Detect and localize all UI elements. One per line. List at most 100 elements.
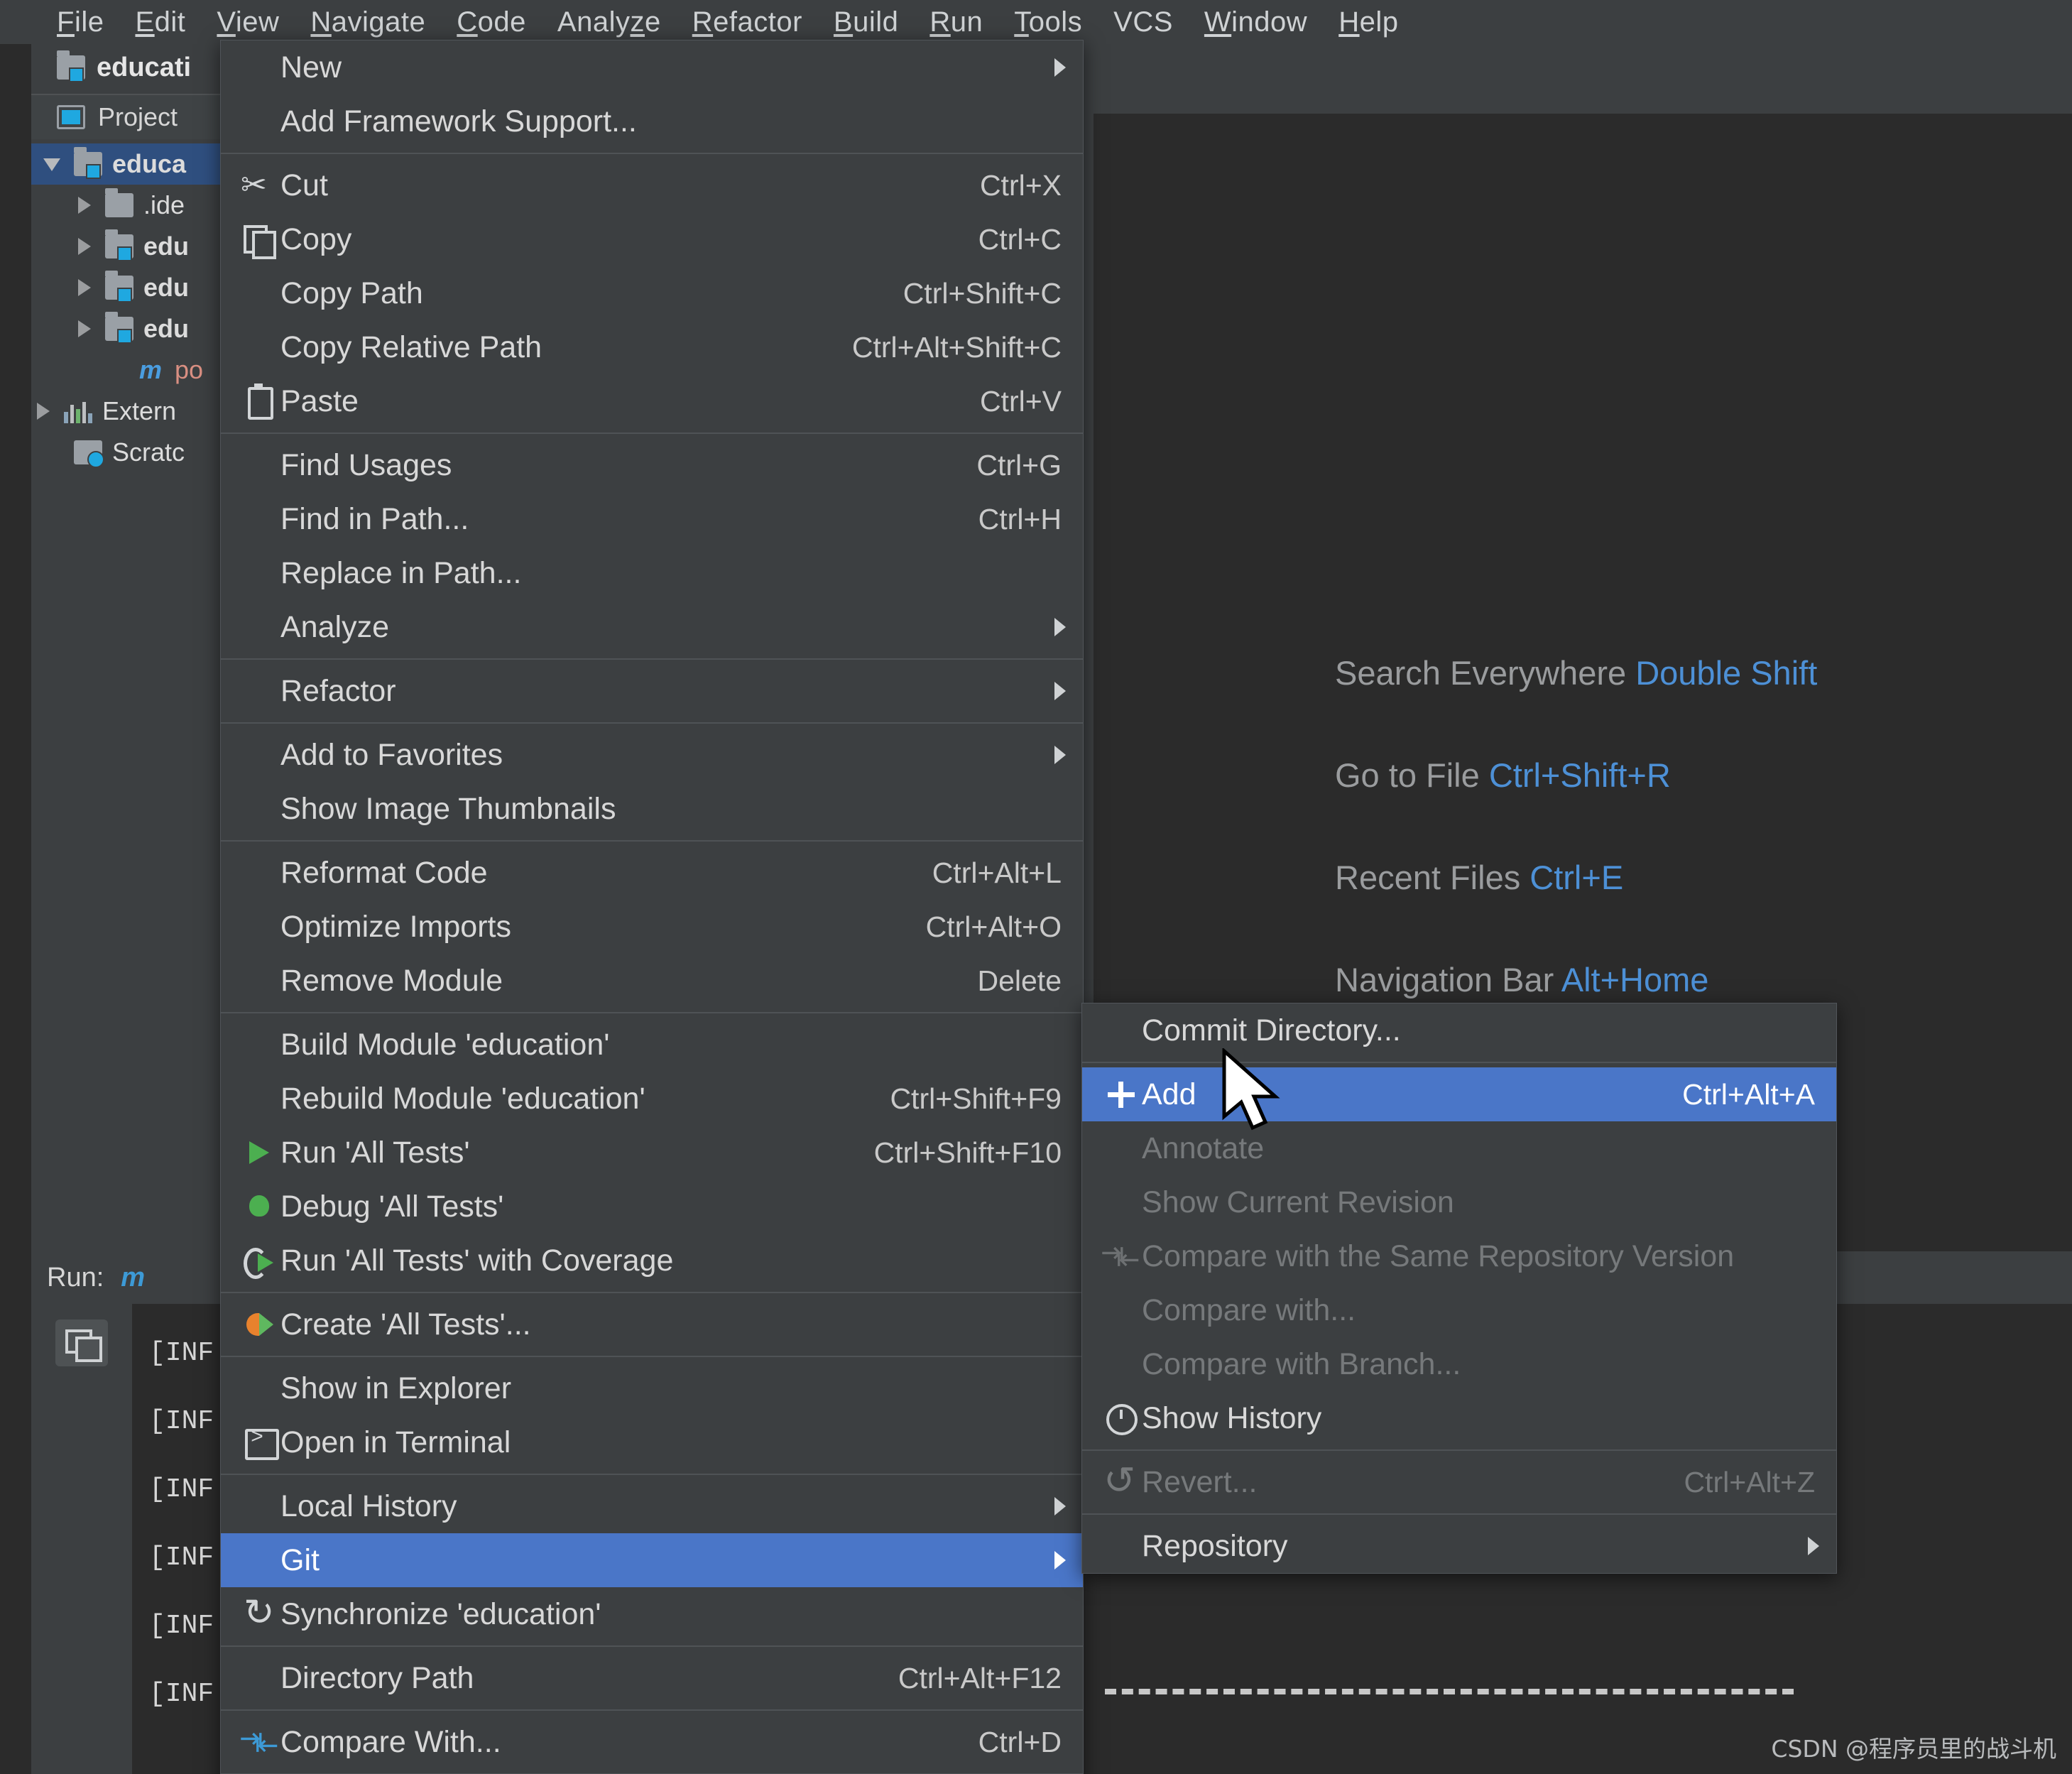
menu-item-shortcut: Ctrl+H [978, 502, 1062, 535]
menu-tools[interactable]: Tools [998, 6, 1098, 38]
menu-item-shortcut: Ctrl+V [979, 384, 1062, 418]
menu-vcs[interactable]: VCS [1098, 6, 1189, 38]
menu-code[interactable]: Code [441, 6, 542, 38]
module-folder-icon [105, 229, 133, 261]
tree-node-module-3[interactable]: edu [31, 308, 234, 349]
chevron-right-icon[interactable] [74, 277, 95, 298]
menu-run[interactable]: Run [914, 6, 998, 38]
menu-navigate[interactable]: Navigate [295, 6, 441, 38]
menu-item-show-image-thumbnails[interactable]: Show Image Thumbnails [221, 782, 1083, 836]
menu-item-build-module[interactable]: Build Module 'education' [221, 1018, 1083, 1072]
menu-item-label: Directory Path [280, 1660, 474, 1695]
shortcut-hint-row: Navigation Bar Alt+Home [1335, 960, 2045, 999]
project-tool-window: educati Project educa .ide edu edu edu m… [31, 44, 234, 1251]
menu-item-open-in-terminal[interactable]: Open in Terminal [221, 1415, 1083, 1469]
menu-item-synchronize[interactable]: Synchronize 'education' [221, 1587, 1083, 1641]
menu-item-optimize-imports[interactable]: Optimize Imports Ctrl+Alt+O [221, 900, 1083, 954]
menu-separator [221, 1474, 1083, 1475]
menu-item-compare-with[interactable]: Compare With... Ctrl+D [221, 1715, 1083, 1769]
chevron-right-icon[interactable] [74, 318, 95, 339]
menu-item-label: Analyze [280, 609, 389, 644]
menu-analyze[interactable]: Analyze [542, 6, 677, 38]
menu-item-add-to-favorites[interactable]: Add to Favorites [221, 728, 1083, 782]
menu-item-create-all-tests[interactable]: Create 'All Tests'... [221, 1297, 1083, 1351]
tree-node-pom[interactable]: m po [31, 349, 234, 391]
tree-node-module-2[interactable]: edu [31, 267, 234, 308]
chevron-right-icon[interactable] [74, 195, 95, 216]
module-folder-icon [105, 312, 133, 344]
menu-separator [221, 153, 1083, 154]
menu-item-commit-directory[interactable]: Commit Directory... [1082, 1003, 1836, 1057]
soft-wrap-icon[interactable] [55, 1319, 108, 1366]
menu-separator [221, 1012, 1083, 1013]
menu-item-label: Compare with... [1142, 1293, 1356, 1327]
menu-item-analyze[interactable]: Analyze [221, 600, 1083, 654]
menu-item-paste[interactable]: Paste Ctrl+V [221, 374, 1083, 428]
menu-item-copy[interactable]: Copy Ctrl+C [221, 212, 1083, 266]
menu-window[interactable]: Window [1189, 6, 1323, 38]
menu-item-add-framework-support[interactable]: Add Framework Support... [221, 94, 1083, 148]
menu-item-show-in-explorer[interactable]: Show in Explorer [221, 1361, 1083, 1415]
no-icon [239, 675, 280, 707]
menu-item-rebuild-module[interactable]: Rebuild Module 'education' Ctrl+Shift+F9 [221, 1072, 1083, 1126]
tree-node-label: edu [143, 314, 190, 343]
menu-item-label: Cut [280, 168, 328, 202]
chevron-down-icon[interactable] [43, 153, 64, 175]
debug-icon [239, 1191, 280, 1222]
menu-item-label: Create 'All Tests'... [280, 1307, 531, 1342]
menu-item-repository[interactable]: Repository [1082, 1519, 1836, 1573]
menu-item-shortcut: Ctrl+Alt+O [925, 910, 1062, 943]
menu-item-label: Add [1142, 1077, 1196, 1111]
shortcut-hint-row: Search Everywhere Double Shift [1335, 653, 2045, 692]
menu-item-remove-module[interactable]: Remove Module Delete [221, 954, 1083, 1008]
tree-node-module-1[interactable]: edu [31, 226, 234, 267]
tree-node-idea[interactable]: .ide [31, 185, 234, 226]
menu-item-add[interactable]: Add Ctrl+Alt+A [1082, 1067, 1836, 1121]
menu-item-run-all-tests[interactable]: Run 'All Tests' Ctrl+Shift+F10 [221, 1126, 1083, 1180]
menu-separator [221, 1292, 1083, 1293]
menu-item-cut[interactable]: Cut Ctrl+X [221, 158, 1083, 212]
chevron-right-icon[interactable] [74, 236, 95, 257]
menu-item-label: Show Current Revision [1142, 1185, 1454, 1219]
menu-item-run-all-tests-with-coverage[interactable]: Run 'All Tests' with Coverage [221, 1234, 1083, 1288]
menu-refactor[interactable]: Refactor [677, 6, 818, 38]
menu-item-shortcut: Ctrl+C [978, 222, 1062, 256]
menu-item-shortcut: Ctrl+X [979, 168, 1062, 202]
menu-item-local-history[interactable]: Local History [221, 1479, 1083, 1533]
tree-node-external-libraries[interactable]: Extern [31, 391, 234, 432]
menu-help[interactable]: Help [1323, 6, 1414, 38]
tree-node-education[interactable]: educa [31, 143, 234, 185]
project-root-header[interactable]: educati [31, 44, 234, 91]
menu-view[interactable]: View [201, 6, 295, 38]
chevron-right-icon[interactable] [33, 401, 54, 422]
libraries-icon [64, 399, 92, 423]
menu-item-git[interactable]: Git [221, 1533, 1083, 1587]
menu-item-label: Find Usages [280, 447, 452, 482]
menu-separator [221, 1709, 1083, 1711]
menu-item-find-in-path[interactable]: Find in Path... Ctrl+H [221, 492, 1083, 546]
menu-separator [1082, 1062, 1836, 1063]
no-icon [239, 450, 280, 481]
project-context-menu: New Add Framework Support... Cut Ctrl+X … [220, 40, 1084, 1774]
menu-item-label: Optimize Imports [280, 909, 511, 944]
menu-file[interactable]: File [41, 6, 119, 38]
tab-project[interactable]: Project [31, 95, 234, 139]
menu-item-copy-relative-path[interactable]: Copy Relative Path Ctrl+Alt+Shift+C [221, 320, 1083, 374]
menu-item-reformat-code[interactable]: Reformat Code Ctrl+Alt+L [221, 846, 1083, 900]
menu-item-copy-path[interactable]: Copy Path Ctrl+Shift+C [221, 266, 1083, 320]
menu-item-find-usages[interactable]: Find Usages Ctrl+G [221, 438, 1083, 492]
menu-edit[interactable]: Edit [119, 6, 201, 38]
menu-item-debug-all-tests[interactable]: Debug 'All Tests' [221, 1180, 1083, 1234]
tree-node-scratches[interactable]: Scratc [31, 432, 234, 473]
menu-item-new[interactable]: New [221, 40, 1083, 94]
no-icon [239, 911, 280, 942]
sync-icon [239, 1591, 280, 1634]
menu-item-refactor[interactable]: Refactor [221, 664, 1083, 718]
menu-item-replace-in-path[interactable]: Replace in Path... [221, 546, 1083, 600]
menu-item-label: Add to Favorites [280, 737, 503, 772]
menu-item-directory-path[interactable]: Directory Path Ctrl+Alt+F12 [221, 1651, 1083, 1705]
menu-item-show-history[interactable]: Show History [1082, 1391, 1836, 1445]
tree-node-label: Extern [102, 396, 177, 425]
menu-item-shortcut: Ctrl+Shift+C [903, 276, 1062, 310]
menu-build[interactable]: Build [818, 6, 914, 38]
